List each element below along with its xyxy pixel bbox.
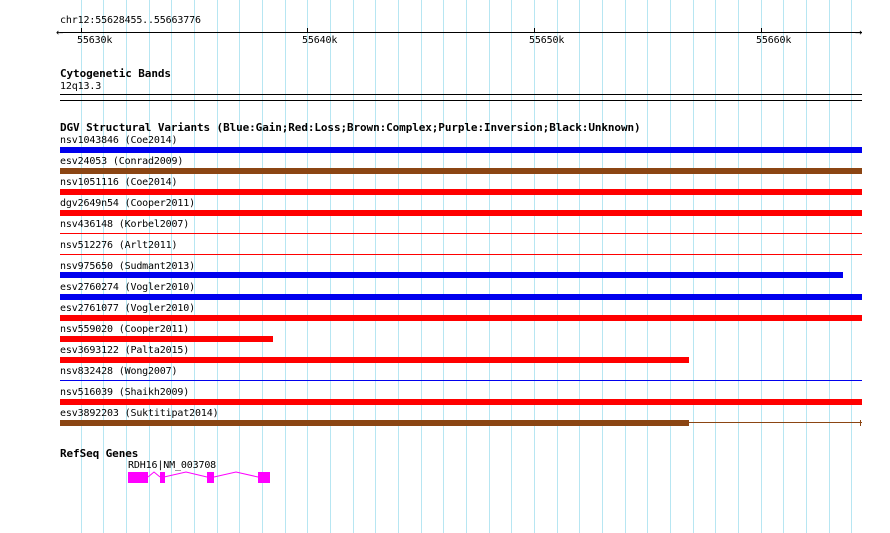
gene-exon[interactable]	[160, 472, 165, 483]
grid-line	[421, 0, 422, 533]
grid-line	[307, 0, 308, 533]
grid-line	[534, 0, 535, 533]
grid-line	[806, 0, 807, 533]
grid-line	[466, 0, 467, 533]
gene-exon[interactable]	[258, 472, 270, 483]
grid-line	[557, 0, 558, 533]
cytogenetic-band-top-line	[60, 94, 862, 95]
gene-exon[interactable]	[128, 472, 148, 483]
variant-bar[interactable]	[60, 420, 689, 426]
grid-line	[602, 0, 603, 533]
ruler-tick-label: 55660k	[756, 35, 792, 46]
variant-label[interactable]: nsv1043846 (Coe2014)	[60, 135, 178, 147]
refseq-track-title: RefSeq Genes	[60, 447, 139, 460]
grid-line	[330, 0, 331, 533]
genome-browser-canvas: chr12:55628455..55663776 ← → 55630k 5564…	[0, 0, 890, 533]
grid-line	[398, 0, 399, 533]
variant-label[interactable]: dgv2649n54 (Cooper2011)	[60, 198, 195, 210]
ruler-tick-label: 55640k	[302, 35, 338, 46]
ruler-start-arrow-icon: ←	[56, 25, 64, 39]
grid-line	[443, 0, 444, 533]
gene-label[interactable]: RDH16|NM_003708	[128, 460, 216, 472]
variant-bar[interactable]	[60, 336, 273, 342]
region-label: chr12:55628455..55663776	[60, 15, 201, 26]
variant-label[interactable]: esv24053 (Conrad2009)	[60, 156, 183, 168]
variant-bar[interactable]	[60, 272, 843, 278]
variant-extension-line	[689, 422, 862, 423]
grid-line	[670, 0, 671, 533]
variant-end-tick	[860, 420, 861, 426]
ruler-tick-label: 55630k	[77, 35, 113, 46]
variant-bar[interactable]	[60, 147, 862, 153]
grid-line	[375, 0, 376, 533]
grid-line	[285, 0, 286, 533]
grid-line	[715, 0, 716, 533]
ruler-tick	[534, 28, 535, 33]
variant-label[interactable]: esv3693122 (Palta2015)	[60, 345, 189, 357]
grid-line	[489, 0, 490, 533]
cytogenetic-track-title: Cytogenetic Bands	[60, 67, 171, 80]
variant-bar[interactable]	[60, 189, 862, 195]
ruler-tick-label: 55650k	[529, 35, 565, 46]
variant-bar[interactable]	[60, 210, 862, 216]
cytogenetic-band-bottom-line	[60, 100, 862, 101]
variant-bar[interactable]	[60, 168, 862, 174]
variant-label[interactable]: nsv516039 (Shaikh2009)	[60, 387, 189, 399]
ruler-tick	[307, 28, 308, 33]
gene-exon[interactable]	[207, 472, 214, 483]
grid-line	[738, 0, 739, 533]
variant-bar[interactable]	[60, 399, 862, 405]
variant-line[interactable]	[60, 254, 862, 255]
grid-line	[239, 0, 240, 533]
grid-line	[579, 0, 580, 533]
variant-bar[interactable]	[60, 315, 862, 321]
grid-line	[353, 0, 354, 533]
cytogenetic-band-label: 12q13.3	[60, 81, 102, 92]
ruler-end-arrow-icon: →	[855, 25, 863, 39]
variant-bar[interactable]	[60, 357, 689, 363]
grid-line	[217, 0, 218, 533]
grid-line	[625, 0, 626, 533]
ruler-tick	[81, 28, 82, 33]
grid-line	[693, 0, 694, 533]
grid-line	[262, 0, 263, 533]
grid-line	[761, 0, 762, 533]
ruler-tick	[761, 28, 762, 33]
variant-label[interactable]: nsv436148 (Korbel2007)	[60, 219, 189, 231]
ruler-line	[60, 32, 862, 33]
grid-line	[511, 0, 512, 533]
variant-label[interactable]: esv2760274 (Vogler2010)	[60, 282, 195, 294]
variant-label[interactable]: esv3892203 (Suktitipat2014)	[60, 408, 219, 420]
grid-line	[851, 0, 852, 533]
variant-label[interactable]: esv2761077 (Vogler2010)	[60, 303, 195, 315]
variant-label[interactable]: nsv832428 (Wong2007)	[60, 366, 178, 378]
variant-label[interactable]: nsv1051116 (Coe2014)	[60, 177, 178, 189]
grid-line	[783, 0, 784, 533]
grid-line	[647, 0, 648, 533]
variant-label[interactable]: nsv512276 (Arlt2011)	[60, 240, 178, 252]
grid-line	[829, 0, 830, 533]
variant-label[interactable]: nsv559020 (Cooper2011)	[60, 324, 189, 336]
variant-line[interactable]	[60, 233, 862, 234]
dgv-track-title: DGV Structural Variants (Blue:Gain;Red:L…	[60, 121, 641, 134]
variant-line[interactable]	[60, 380, 862, 381]
variant-bar[interactable]	[60, 294, 862, 300]
